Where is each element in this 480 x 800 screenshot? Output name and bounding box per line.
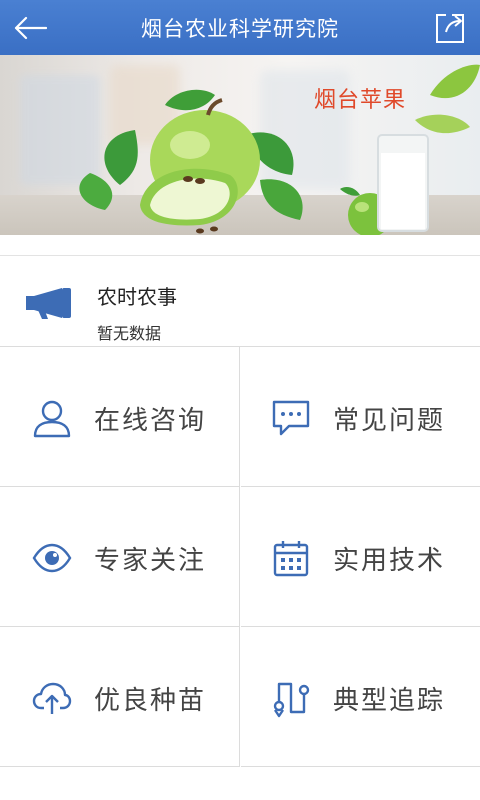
menu-quality-seedlings[interactable]: 优良种苗 — [0, 627, 240, 767]
farming-news-item[interactable]: 农时农事 暂无数据 — [0, 255, 480, 347]
menu-label: 典型追踪 — [333, 686, 446, 716]
chat-bubble-icon — [272, 400, 310, 436]
menu-faq[interactable]: 常见问题 — [241, 347, 480, 487]
apple-illustration — [79, 64, 480, 235]
menu-label: 常见问题 — [333, 406, 446, 436]
share-button[interactable] — [432, 10, 468, 46]
menu-label: 实用技术 — [333, 546, 446, 576]
menu-typical-tracking[interactable]: 典型追踪 — [241, 627, 480, 767]
menu-label: 专家关注 — [94, 546, 207, 576]
news-title: 农时农事 — [97, 285, 177, 309]
news-subtitle: 暂无数据 — [97, 324, 162, 343]
calendar-icon — [273, 541, 309, 577]
menu-label: 在线咨询 — [94, 406, 207, 436]
banner[interactable]: 烟台苹果 — [0, 55, 480, 235]
menu-grid: 在线咨询 常见问题 专家关注 实用技术 优良种苗 典型追踪 — [0, 346, 480, 767]
menu-online-consult[interactable]: 在线咨询 — [0, 347, 240, 487]
route-icon — [273, 682, 310, 718]
eye-icon — [32, 543, 72, 573]
menu-practical-tech[interactable]: 实用技术 — [241, 487, 480, 627]
menu-label: 优良种苗 — [94, 686, 207, 716]
user-icon — [33, 400, 71, 438]
share-icon — [436, 14, 464, 43]
menu-expert-focus[interactable]: 专家关注 — [0, 487, 240, 627]
arrow-left-icon — [14, 16, 47, 40]
top-bar: 烟台农业科学研究院 — [0, 0, 480, 55]
banner-title: 烟台苹果 — [314, 88, 407, 113]
page-title: 烟台农业科学研究院 — [141, 16, 339, 41]
megaphone-icon — [26, 288, 71, 319]
back-button[interactable] — [10, 12, 50, 44]
cloud-upload-icon — [32, 682, 72, 714]
